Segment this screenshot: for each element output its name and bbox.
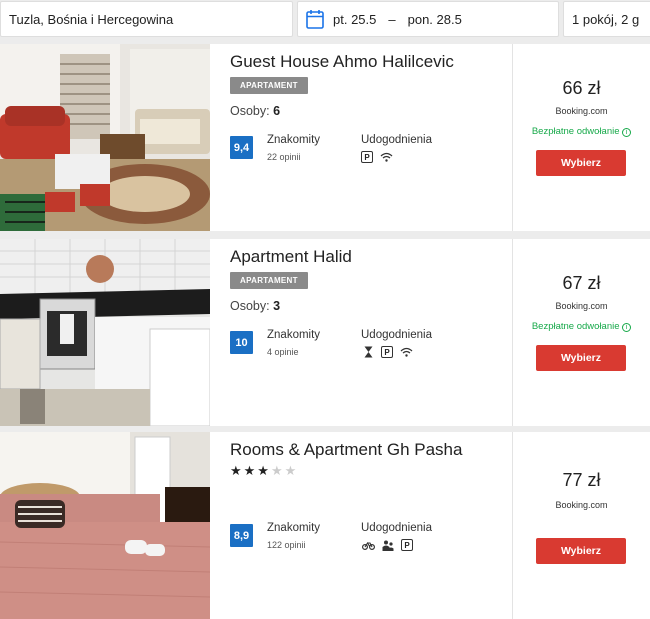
hotel-name[interactable]: Guest House Ahmo Halilcevic	[230, 52, 454, 72]
select-button[interactable]: Wybierz	[536, 150, 626, 176]
hotel-photo[interactable]	[0, 432, 210, 619]
info-icon[interactable]: i	[622, 128, 632, 137]
hotel-result-card[interactable]: Rooms & Apartment Gh Pasha ★★★★★ 8,9 Zna…	[0, 432, 650, 619]
dates-field[interactable]: pt. 25.5 – pon. 28.5	[297, 1, 559, 37]
guests-text: 1 pokój, 2 g	[572, 11, 640, 27]
price: 66 zł	[562, 78, 601, 98]
hotel-info: Rooms & Apartment Gh Pasha ★★★★★ 8,9 Zna…	[230, 432, 510, 619]
select-button[interactable]: Wybierz	[536, 345, 626, 371]
review-count: 22 opinii	[267, 152, 301, 162]
persons-value: 6	[273, 104, 281, 118]
hotel-photo[interactable]	[0, 44, 210, 231]
price-box: 67 zł Booking.com Bezpłatne odwołanie i …	[513, 239, 650, 426]
date-separator: –	[388, 11, 396, 27]
price: 67 zł	[562, 273, 601, 293]
type-badge: APARTAMENT	[230, 272, 308, 289]
stars-empty: ★★	[270, 463, 299, 478]
persons-label: Osoby:	[230, 104, 274, 118]
rating-score: 9,4	[230, 136, 253, 159]
star-rating: ★★★★★	[230, 463, 298, 479]
persons-label: Osoby:	[230, 299, 274, 313]
hotel-photo[interactable]	[0, 239, 210, 426]
amenities-label: Udogodnienia	[361, 134, 432, 146]
cancellation-text: Bezpłatne odwołanie	[531, 321, 620, 332]
hotel-info: Guest House Ahmo Halilcevic APARTAMENT O…	[230, 44, 510, 231]
amenities-label: Udogodnienia	[361, 329, 432, 341]
rating-label: Znakomity	[267, 134, 321, 146]
review-count: 122 opinii	[267, 540, 306, 550]
price: 77 zł	[562, 470, 601, 490]
wifi-icon	[379, 150, 393, 164]
stars-filled: ★★★	[230, 463, 271, 478]
hotel-info: Apartment Halid APARTAMENT Osoby: 3 10 Z…	[230, 239, 510, 426]
select-button[interactable]: Wybierz	[536, 538, 626, 564]
hourglass-icon	[361, 345, 375, 359]
hotel-result-card[interactable]: Apartment Halid APARTAMENT Osoby: 3 10 Z…	[0, 239, 650, 426]
rating-label: Znakomity	[267, 522, 321, 534]
wifi-icon	[399, 345, 413, 359]
info-icon[interactable]: i	[622, 323, 632, 332]
parking-icon: P	[381, 346, 393, 358]
hotel-name[interactable]: Rooms & Apartment Gh Pasha	[230, 440, 462, 460]
review-count: 4 opinie	[267, 347, 299, 357]
amenities-list: P	[361, 345, 413, 359]
calendar-icon	[306, 9, 324, 29]
amenities-list: P	[361, 150, 393, 164]
rating-score: 8,9	[230, 524, 253, 547]
free-cancellation: Bezpłatne odwołanie i	[513, 321, 650, 332]
hotel-name[interactable]: Apartment Halid	[230, 247, 352, 267]
location-field[interactable]: Tuzla, Bośnia i Hercegowina	[0, 1, 293, 37]
parking-icon: P	[401, 539, 413, 551]
persons-count: Osoby: 3	[230, 299, 280, 313]
provider-name: Booking.com	[555, 106, 608, 116]
cancellation-text: Bezpłatne odwołanie	[531, 126, 620, 137]
family-icon	[381, 538, 395, 552]
search-bar: Tuzla, Bośnia i Hercegowina pt. 25.5 – p…	[0, 0, 650, 40]
location-text: Tuzla, Bośnia i Hercegowina	[9, 11, 174, 27]
type-badge: APARTAMENT	[230, 77, 308, 94]
price-box: 66 zł Booking.com Bezpłatne odwołanie i …	[513, 44, 650, 231]
amenities-list: P	[361, 538, 413, 552]
guests-field[interactable]: 1 pokój, 2 g	[563, 1, 650, 37]
checkin-date: pt. 25.5	[333, 11, 377, 27]
provider-name: Booking.com	[555, 500, 608, 510]
bicycle-icon	[361, 538, 375, 552]
persons-count: Osoby: 6	[230, 104, 280, 118]
price-box: 77 zł Booking.com Wybierz	[513, 432, 650, 619]
rating-score: 10	[230, 331, 253, 354]
checkout-date: pon. 28.5	[407, 11, 462, 27]
provider-name: Booking.com	[555, 301, 608, 311]
hotel-result-card[interactable]: Guest House Ahmo Halilcevic APARTAMENT O…	[0, 44, 650, 231]
rating-label: Znakomity	[267, 329, 321, 341]
amenities-label: Udogodnienia	[361, 522, 432, 534]
parking-icon: P	[361, 151, 373, 163]
free-cancellation: Bezpłatne odwołanie i	[513, 126, 650, 137]
persons-value: 3	[273, 299, 281, 313]
